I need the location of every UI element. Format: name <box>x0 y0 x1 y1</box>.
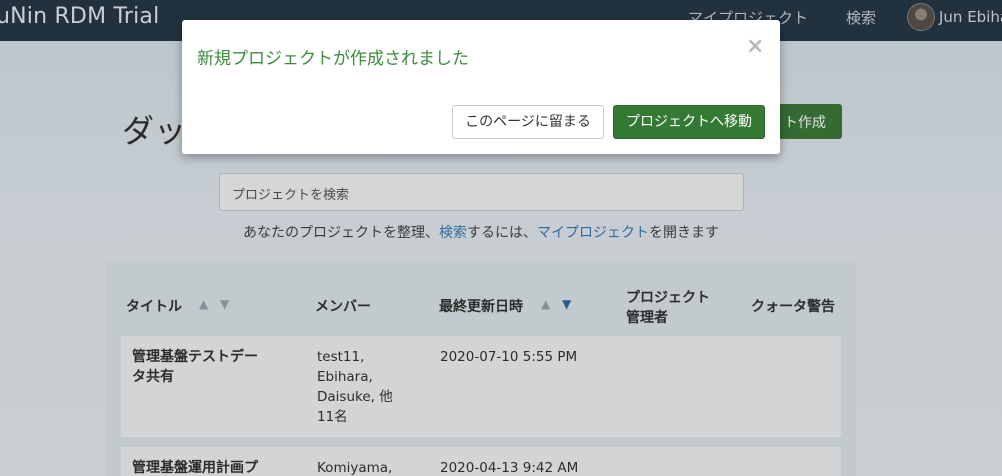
stay-on-page-button[interactable]: このページに留まる <box>452 105 604 139</box>
close-icon[interactable]: × <box>746 34 764 59</box>
project-created-dialog: 新規プロジェクトが作成されました × このページに留まる プロジェクトへ移動 <box>182 20 780 154</box>
go-to-project-button[interactable]: プロジェクトへ移動 <box>613 105 765 139</box>
dialog-title: 新規プロジェクトが作成されました <box>197 49 469 69</box>
